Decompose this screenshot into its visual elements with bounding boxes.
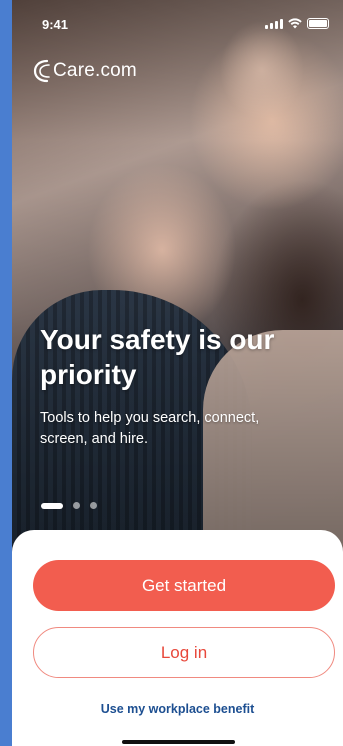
cellular-signal-icon [265, 19, 283, 29]
status-bar: 9:41 [12, 0, 343, 44]
hero-headline: Your safety is our priority [40, 324, 275, 390]
carousel-pagination[interactable] [41, 502, 97, 509]
wifi-icon [288, 18, 302, 29]
carousel-dot-2[interactable] [73, 502, 80, 509]
status-icons [265, 18, 329, 29]
brand-name: Care.com [53, 60, 137, 81]
hero-photo [12, 0, 343, 560]
workplace-benefit-link[interactable]: Use my workplace benefit [12, 702, 343, 716]
status-time: 9:41 [42, 17, 69, 32]
log-in-button[interactable]: Log in [33, 627, 335, 678]
carousel-dot-3[interactable] [90, 502, 97, 509]
care-logo: Care.com [32, 58, 137, 84]
care-logo-mark-icon [33, 59, 50, 83]
battery-icon [307, 18, 329, 29]
carousel-dot-1[interactable] [41, 502, 63, 509]
hero-subtext: Tools to help you search, connect, scree… [40, 410, 260, 447]
app-screen: 9:41 Care.com Your safety is our priorit… [12, 0, 343, 746]
home-indicator [122, 740, 235, 744]
bottom-action-sheet: Get started Log in Use my workplace bene… [12, 530, 343, 746]
get-started-button[interactable]: Get started [33, 560, 335, 611]
photo-shade-overlay [12, 0, 343, 560]
